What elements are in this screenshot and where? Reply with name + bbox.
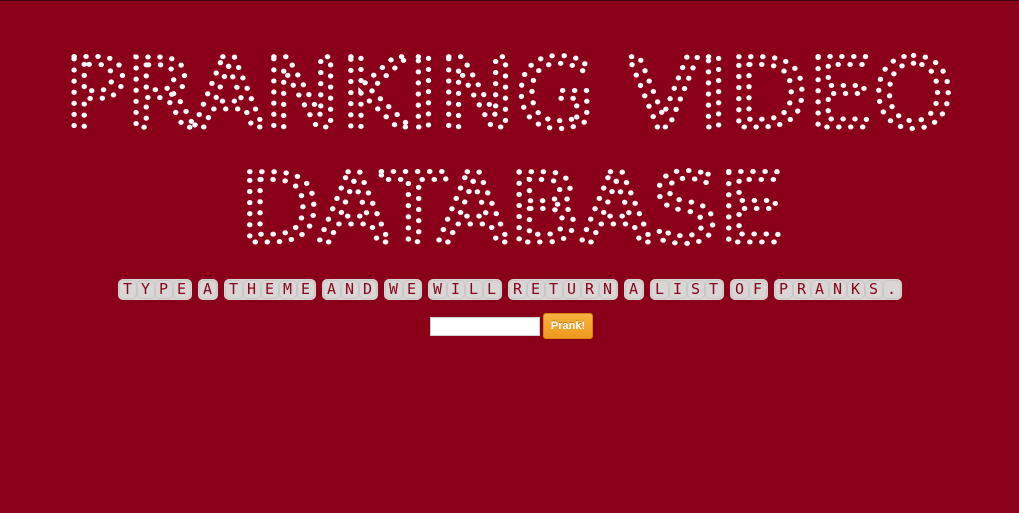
tagline-word: OF xyxy=(729,279,768,300)
tagline-letter-tile: N xyxy=(598,280,617,299)
tagline-letter-tile: A xyxy=(198,280,217,299)
tagline-word: AND xyxy=(321,279,378,300)
tagline-word: RETURN xyxy=(507,279,618,300)
tagline-letter-tile: T xyxy=(118,280,137,299)
tagline-word: THEME xyxy=(223,279,316,300)
tagline-letter-tile: L xyxy=(464,280,483,299)
tagline-letter-tile: I xyxy=(446,280,465,299)
theme-search-input[interactable] xyxy=(430,316,540,336)
tagline-letter-tile: L xyxy=(482,280,501,299)
tagline-letter-tile: N xyxy=(340,280,359,299)
tagline-letter-tile: T xyxy=(224,280,243,299)
title-line-2: DATABASE xyxy=(240,153,785,261)
tagline-letter-tile: Y xyxy=(136,280,155,299)
tagline-word: TYPE xyxy=(117,279,192,300)
tagline-word: A xyxy=(197,279,218,300)
tagline-letter-tile: S xyxy=(686,280,705,299)
tagline-letter-tile: K xyxy=(846,280,865,299)
tagline-word: PRANKS. xyxy=(773,279,902,300)
tagline-letter-tile: R xyxy=(792,280,811,299)
tagline-letter-tile: P xyxy=(154,280,173,299)
tagline-letter-tile: E xyxy=(296,280,315,299)
tagline-letter-tile: E xyxy=(402,280,421,299)
tagline-letter-tile: E xyxy=(526,280,545,299)
tagline-letter-tile: M xyxy=(278,280,297,299)
tagline-letter-tile: R xyxy=(580,280,599,299)
tagline-letter-tile: L xyxy=(650,280,669,299)
tagline-letter-tile: S xyxy=(864,280,883,299)
tagline-letter-tile: W xyxy=(428,280,447,299)
tagline-word: WE xyxy=(383,279,422,300)
tagline: TYPEATHEMEANDWEWILLRETURNALISTOFPRANKS. xyxy=(0,279,1019,300)
tagline-word: LIST xyxy=(649,279,724,300)
tagline-letter-tile: I xyxy=(668,280,687,299)
page-title: PRANKING VIDEO DATABASE xyxy=(62,36,957,262)
tagline-letter-tile: P xyxy=(774,280,793,299)
tagline-letter-tile: O xyxy=(730,280,749,299)
tagline-word: A xyxy=(623,279,644,300)
tagline-letter-tile: W xyxy=(384,280,403,299)
tagline-letter-tile: T xyxy=(704,280,723,299)
tagline-letter-tile: T xyxy=(544,280,563,299)
tagline-letter-tile: E xyxy=(172,280,191,299)
tagline-letter-tile: R xyxy=(508,280,527,299)
tagline-letter-tile: F xyxy=(748,280,767,299)
prank-button[interactable]: Prank! xyxy=(543,313,593,339)
tagline-letter-tile: U xyxy=(562,280,581,299)
tagline-letter-tile: . xyxy=(882,280,901,299)
tagline-letter-tile: H xyxy=(242,280,261,299)
title-line-1: PRANKING VIDEO xyxy=(64,38,954,150)
tagline-word: WILL xyxy=(427,279,502,300)
tagline-letter-tile: D xyxy=(358,280,377,299)
tagline-letter-tile: A xyxy=(810,280,829,299)
tagline-letter-tile: A xyxy=(624,280,643,299)
tagline-letter-tile: E xyxy=(260,280,279,299)
tagline-letter-tile: N xyxy=(828,280,847,299)
search-form: Prank! xyxy=(430,313,593,339)
tagline-letter-tile: A xyxy=(322,280,341,299)
